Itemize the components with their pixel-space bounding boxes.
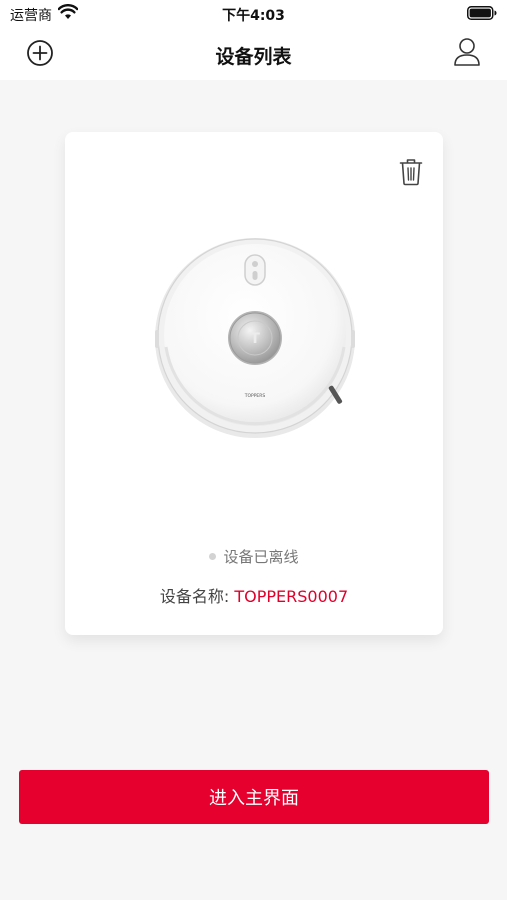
device-name-label: 设备名称: xyxy=(159,587,235,606)
status-bar: 运营商 下午4:03 xyxy=(0,0,507,30)
device-status-text: 设备已离线 xyxy=(223,548,299,566)
nav-bar: 设备列表 xyxy=(0,30,507,80)
status-time: 下午4:03 xyxy=(222,8,285,24)
page-title: 设备列表 xyxy=(215,46,292,68)
battery-icon xyxy=(467,6,497,20)
device-status: 设备已离线 xyxy=(65,546,443,567)
user-icon[interactable] xyxy=(453,37,481,67)
svg-text:T: T xyxy=(250,331,260,347)
offline-dot xyxy=(209,553,217,560)
device-card[interactable]: T TOPPERS 设备已离线 设备名称: TOPPERS0007 xyxy=(65,132,443,635)
device-name-value: TOPPERS0007 xyxy=(234,587,349,606)
robot-logo-text: TOPPERS xyxy=(244,393,266,399)
robot-vacuum-image: T TOPPERS xyxy=(155,238,355,438)
trash-icon[interactable] xyxy=(399,158,423,186)
device-name-line: 设备名称: TOPPERS0007 xyxy=(65,583,443,607)
enter-main-button[interactable]: 进入主界面 xyxy=(19,770,489,824)
